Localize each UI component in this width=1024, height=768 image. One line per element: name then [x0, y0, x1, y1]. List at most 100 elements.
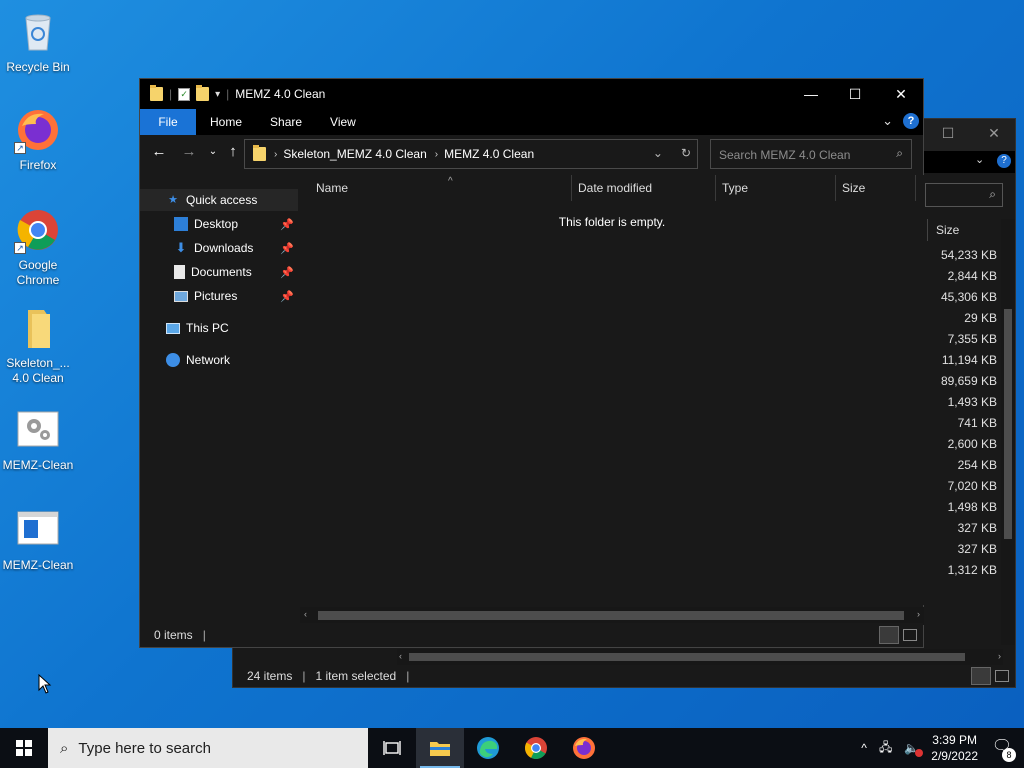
quick-access-toolbar: | ✓ ▾ | — [140, 85, 229, 101]
scrollbar-thumb[interactable] — [318, 611, 904, 620]
pin-icon[interactable]: 📌 — [280, 290, 294, 303]
nav-item-network[interactable]: Network — [140, 349, 298, 371]
column-header-size[interactable]: Size — [836, 175, 916, 201]
maximize-icon[interactable]: ☐ — [933, 125, 963, 142]
size-column-header[interactable]: Size — [927, 219, 1001, 241]
desktop-icon-memz-clean-2[interactable]: MEMZ-Clean — [0, 506, 76, 573]
task-view-icon — [383, 741, 401, 755]
details-view-button[interactable] — [879, 626, 899, 644]
recent-locations-icon[interactable]: ⌄ — [202, 146, 224, 157]
help-icon[interactable]: ? — [997, 154, 1011, 168]
nav-item-label: Pictures — [194, 289, 238, 303]
scroll-right-icon[interactable]: › — [917, 609, 920, 619]
forward-arrow-icon[interactable]: → — [178, 143, 200, 160]
properties-icon[interactable]: ✓ — [178, 87, 191, 101]
settings-icon — [14, 406, 62, 454]
action-center-button[interactable]: 🗨 8 — [990, 736, 1016, 762]
start-button[interactable] — [0, 728, 48, 768]
nav-item-this-pc[interactable]: This PC — [140, 317, 298, 339]
chevron-down-icon[interactable]: ⌄ — [975, 153, 984, 166]
windows-logo-icon — [16, 740, 32, 756]
status-bar: 0 items | — [140, 623, 923, 647]
window-titlebar[interactable]: | ✓ ▾ | MEMZ 4.0 Clean — ☐ ✕ — [140, 79, 923, 109]
expand-ribbon-icon[interactable]: ⌄ — [882, 113, 893, 129]
column-header-type[interactable]: Type — [716, 175, 836, 201]
file-size: 1,312 KB — [947, 563, 997, 577]
refresh-icon[interactable]: ↻ — [681, 146, 691, 160]
explorer-window[interactable]: | ✓ ▾ | MEMZ 4.0 Clean — ☐ ✕ File Home S… — [139, 78, 924, 648]
background-window-search-box[interactable]: ⌕ — [925, 183, 1003, 207]
maximize-button[interactable]: ☐ — [832, 79, 878, 109]
network-status-icon[interactable]: 🖧 — [879, 738, 892, 759]
nav-item-documents[interactable]: Documents 📌 — [140, 261, 298, 283]
taskbar-file-explorer[interactable] — [416, 728, 464, 768]
search-placeholder: Search MEMZ 4.0 Clean — [719, 148, 851, 162]
back-arrow-icon[interactable]: ← — [148, 143, 170, 160]
scroll-left-icon[interactable]: ‹ — [399, 651, 402, 661]
scrollbar-thumb[interactable] — [1004, 309, 1012, 539]
tab-share[interactable]: Share — [256, 109, 316, 135]
column-header-name[interactable]: Name ^ — [310, 175, 572, 201]
file-list-pane[interactable]: Name ^ Date modified Type Size This fold… — [300, 175, 924, 605]
scrollbar-thumb[interactable] — [409, 653, 965, 661]
tab-view[interactable]: View — [316, 109, 370, 135]
scroll-right-icon[interactable]: › — [998, 651, 1001, 661]
breadcrumb-item[interactable]: MEMZ 4.0 Clean — [444, 147, 534, 161]
tab-file[interactable]: File — [140, 109, 196, 135]
taskbar-search-box[interactable]: ⌕ Type here to search — [48, 728, 368, 768]
new-folder-icon[interactable] — [196, 85, 210, 101]
nav-item-quick-access[interactable]: ★ Quick access — [140, 189, 298, 211]
horizontal-scrollbar[interactable]: ‹ › — [397, 649, 1003, 665]
large-icons-view-button[interactable] — [995, 670, 1009, 682]
document-icon — [174, 265, 185, 279]
show-hidden-icons-icon[interactable]: ^ — [861, 741, 867, 755]
address-bar[interactable]: › Skeleton_MEMZ 4.0 Clean › MEMZ 4.0 Cle… — [244, 139, 698, 169]
window-icon — [14, 506, 62, 554]
pin-icon[interactable]: 📌 — [280, 242, 294, 255]
chrome-icon: ↗ — [14, 206, 62, 254]
nav-item-pictures[interactable]: Pictures 📌 — [140, 285, 298, 307]
vertical-scrollbar[interactable] — [1001, 219, 1015, 645]
desktop-icon-label: Recycle Bin — [6, 60, 70, 74]
task-view-button[interactable] — [368, 728, 416, 768]
pin-icon[interactable]: 📌 — [280, 266, 294, 279]
taskbar-chrome[interactable] — [512, 728, 560, 768]
close-button[interactable]: ✕ — [878, 79, 924, 109]
volume-muted-icon[interactable]: 🔈 — [904, 741, 924, 757]
taskbar-firefox[interactable] — [560, 728, 608, 768]
address-dropdown-icon[interactable]: ⌄ — [653, 146, 663, 160]
file-size: 741 KB — [957, 416, 997, 430]
file-size: 2,844 KB — [947, 269, 997, 283]
background-window-status-bar: 24 items | 1 item selected | — [233, 665, 1015, 687]
selection-count: 1 item selected — [315, 669, 397, 683]
breadcrumb-separator-icon[interactable]: › — [274, 149, 277, 160]
customize-toolbar-icon[interactable]: ▾ — [215, 89, 220, 100]
desktop-icon-folder[interactable]: Skeleton_... 4.0 Clean — [0, 304, 76, 386]
desktop-icon-memz-clean-1[interactable]: MEMZ-Clean — [0, 406, 76, 473]
help-icon[interactable]: ? — [903, 113, 919, 129]
taskbar-edge[interactable] — [464, 728, 512, 768]
close-icon[interactable]: ✕ — [979, 125, 1009, 142]
breadcrumb-separator-icon[interactable]: › — [435, 149, 438, 160]
tab-home[interactable]: Home — [196, 109, 256, 135]
large-icons-view-button[interactable] — [903, 629, 917, 641]
pin-icon[interactable]: 📌 — [280, 218, 294, 231]
download-icon: ⬇ — [175, 240, 187, 255]
scroll-left-icon[interactable]: ‹ — [304, 609, 307, 619]
desktop-icon-label: MEMZ-Clean — [2, 558, 74, 572]
taskbar-clock[interactable]: 3:39 PM 2/9/2022 — [931, 732, 978, 764]
nav-item-downloads[interactable]: ⬇ Downloads 📌 — [140, 237, 298, 259]
size-column: 54,233 KB 2,844 KB 45,306 KB 29 KB 7,355… — [927, 245, 1001, 581]
status-separator: | — [202, 628, 206, 642]
nav-item-desktop[interactable]: Desktop 📌 — [140, 213, 298, 235]
search-input[interactable]: Search MEMZ 4.0 Clean ⌕ — [710, 139, 912, 169]
desktop-icon-firefox[interactable]: ↗ Firefox — [0, 106, 76, 173]
up-arrow-icon[interactable]: ↑ — [222, 143, 244, 160]
breadcrumb-item[interactable]: Skeleton_MEMZ 4.0 Clean — [283, 147, 426, 161]
search-icon: ⌕ — [896, 146, 903, 160]
desktop-icon-recycle-bin[interactable]: Recycle Bin — [0, 8, 76, 75]
column-header-date-modified[interactable]: Date modified — [572, 175, 716, 201]
desktop-icon-chrome[interactable]: ↗ Google Chrome — [0, 206, 76, 288]
minimize-button[interactable]: — — [788, 79, 834, 109]
details-view-button[interactable] — [971, 667, 991, 685]
